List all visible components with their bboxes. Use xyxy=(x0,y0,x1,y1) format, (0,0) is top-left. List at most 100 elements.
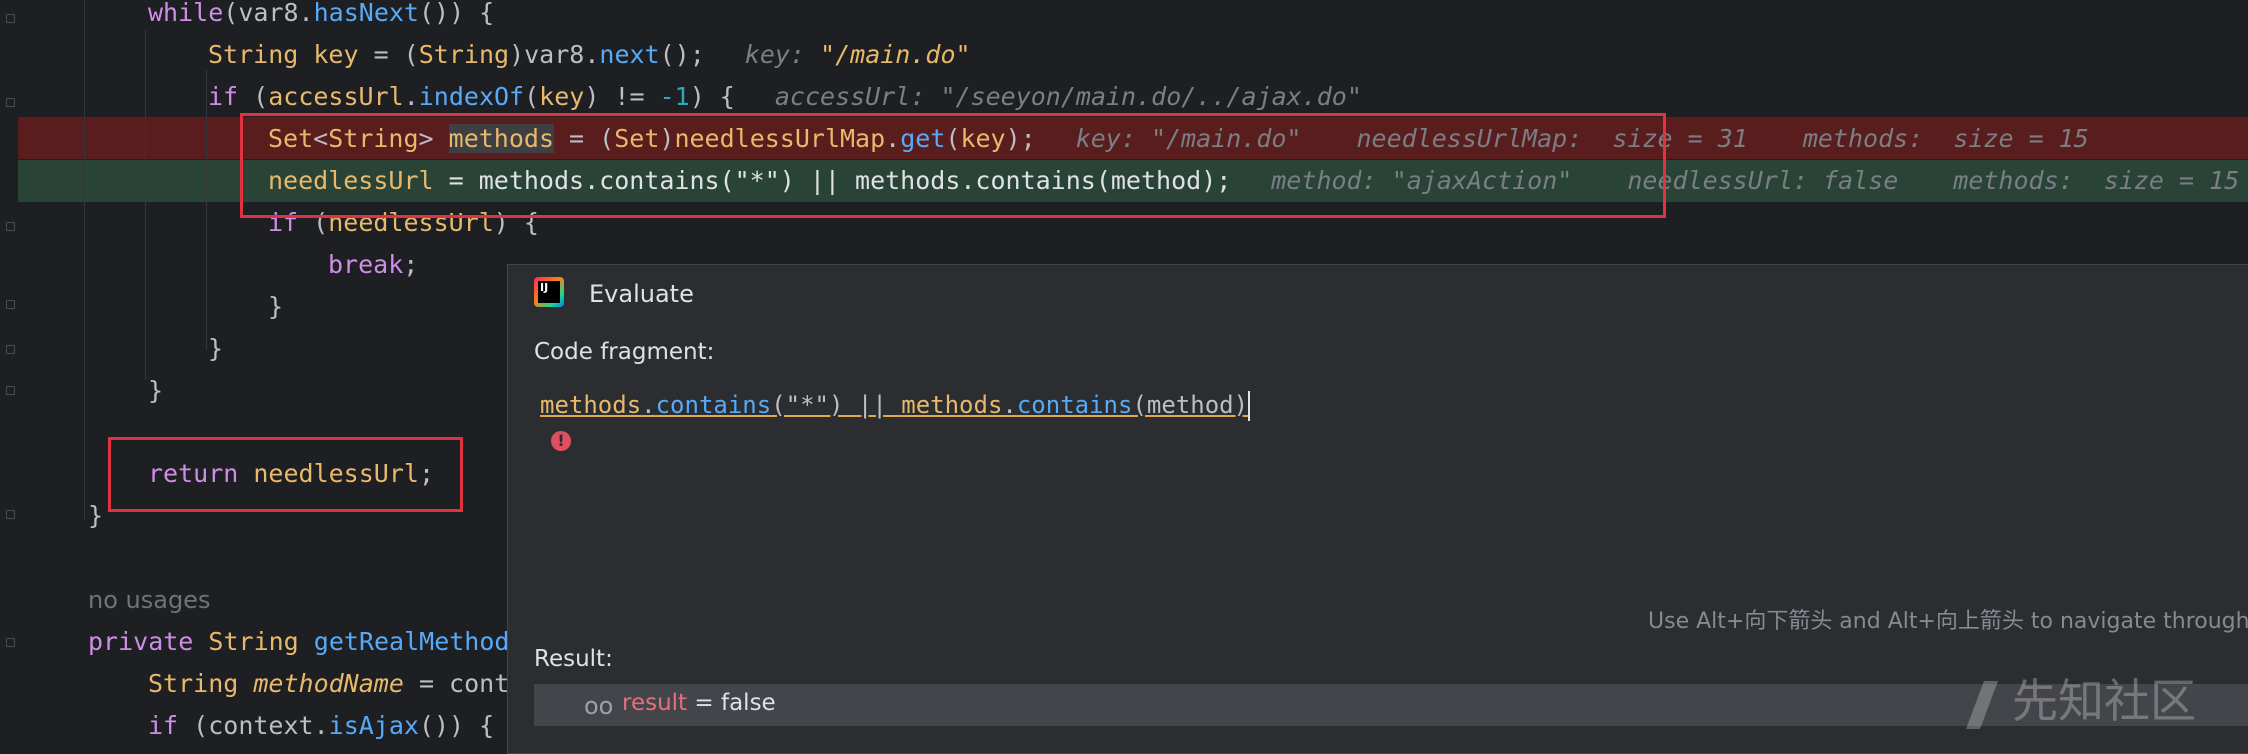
fold-marker[interactable] xyxy=(6,300,15,309)
inline-debug-hint: key: xyxy=(744,40,821,69)
punct: } xyxy=(88,501,104,530)
code-token: . xyxy=(1002,391,1017,419)
inline-debug-hint: methods: size = 15 xyxy=(1953,166,2240,195)
inline-debug-value: "/main.do" xyxy=(820,40,971,69)
annotation-box-methods xyxy=(240,113,1666,218)
punct: ) { xyxy=(689,82,735,111)
code-token: || xyxy=(843,391,902,419)
inline-debug-value: "/seeyon/main.do/../ajax.do" xyxy=(940,82,1362,111)
variable: key xyxy=(313,40,359,69)
code-line-while[interactable]: while(var8.hasNext()) { xyxy=(148,0,494,34)
punct: ()) { xyxy=(418,711,495,740)
punct: ( xyxy=(238,82,269,111)
fold-marker[interactable] xyxy=(6,345,15,354)
intellij-icon-label: IJ xyxy=(538,281,560,303)
watch-glasses-icon: oo xyxy=(584,692,614,720)
code-line-key[interactable]: String key = (String)var8.next(); key: "/… xyxy=(208,34,971,76)
code-fragment-label: Code fragment: xyxy=(534,339,715,365)
indent-guide xyxy=(206,70,207,350)
navigation-hint: Use Alt+向下箭头 and Alt+向上箭头 to navigate th… xyxy=(1648,609,2248,634)
punct: ) xyxy=(509,40,525,69)
punct: = cont xyxy=(403,669,510,698)
punct: ( xyxy=(178,711,209,740)
variable: methodName xyxy=(253,669,404,698)
code-token: . xyxy=(641,391,656,419)
usages-hint[interactable]: no usages xyxy=(88,579,210,621)
indent-guide xyxy=(84,0,85,520)
variable: key xyxy=(539,82,585,111)
method-call: hasNext xyxy=(313,0,419,27)
fold-marker[interactable] xyxy=(6,638,15,647)
annotation-box-return xyxy=(108,437,463,512)
method-call: isAjax xyxy=(328,711,419,740)
code-token: methods xyxy=(901,391,1003,419)
type-name: String xyxy=(418,40,510,69)
identifier: context xyxy=(208,711,314,740)
punct: ()) { xyxy=(418,0,495,27)
punct: . xyxy=(313,711,329,740)
punct: . xyxy=(584,40,600,69)
identifier: var8 xyxy=(524,40,585,69)
intellij-icon: IJ xyxy=(534,277,564,307)
punct: } xyxy=(268,292,284,321)
equals-sign: = xyxy=(687,690,721,716)
fold-marker[interactable] xyxy=(6,14,15,23)
fold-marker[interactable] xyxy=(6,510,15,519)
code-token: (method) xyxy=(1132,391,1249,419)
punct: } xyxy=(208,334,224,363)
type-name: String xyxy=(208,40,299,69)
warning-bulb-icon[interactable]: ! xyxy=(551,431,571,451)
code-line-close-brace[interactable]: } xyxy=(148,370,163,412)
code-line-methodname[interactable]: String methodName = cont xyxy=(148,663,509,705)
code-fragment-input[interactable]: methods.contains("*") || methods.contain… xyxy=(540,385,1251,425)
punct: } xyxy=(148,376,164,405)
punct: ) != xyxy=(584,82,660,111)
code-line-method-decl[interactable]: private String getRealMethod xyxy=(88,621,509,663)
watermark-logo-icon xyxy=(1966,680,1998,729)
punct: (); xyxy=(659,40,705,69)
method-call: next xyxy=(599,40,660,69)
result-value-text: false xyxy=(720,690,776,716)
code-token: contains xyxy=(655,391,772,419)
keyword: if xyxy=(148,711,179,740)
watermark-text: 先知社区 xyxy=(2012,674,2196,728)
punct: ; xyxy=(403,250,419,279)
result-label: Result: xyxy=(534,646,613,672)
keyword: if xyxy=(208,82,239,111)
code-line-close-brace[interactable]: } xyxy=(208,328,223,370)
keyword: private xyxy=(88,627,194,656)
type-name: String xyxy=(148,669,239,698)
code-line-close-brace[interactable]: } xyxy=(268,286,283,328)
code-line-break[interactable]: break; xyxy=(328,244,418,286)
punct: ( xyxy=(524,82,540,111)
editor-gutter[interactable] xyxy=(0,0,18,735)
identifier: var8 xyxy=(238,0,299,27)
type-name: String xyxy=(208,627,299,656)
fold-marker[interactable] xyxy=(6,98,15,107)
code-line-if-access[interactable]: if (accessUrl.indexOf(key) != -1) {acces… xyxy=(208,76,1362,118)
result-name: result xyxy=(622,690,688,716)
number-literal: -1 xyxy=(659,82,690,111)
result-value: result = false xyxy=(622,690,776,716)
code-token: methods xyxy=(540,391,642,419)
code-token: contains xyxy=(1016,391,1133,419)
keyword: break xyxy=(328,250,404,279)
variable: accessUrl xyxy=(268,82,404,111)
punct: . xyxy=(298,0,314,27)
method-call: indexOf xyxy=(418,82,525,111)
fold-marker[interactable] xyxy=(6,386,15,395)
punct: . xyxy=(403,82,419,111)
method-name: getRealMethod xyxy=(313,627,510,656)
code-line-if-ajax[interactable]: if (context.isAjax()) { xyxy=(148,705,494,747)
dialog-title[interactable]: Evaluate xyxy=(589,277,694,311)
inline-debug-hint: needlessUrl: false xyxy=(1627,166,1899,195)
punct: ( xyxy=(223,0,239,27)
code-line-close-brace[interactable]: } xyxy=(88,495,103,537)
indent-guide xyxy=(145,30,146,380)
fold-marker[interactable] xyxy=(6,222,15,231)
keyword: while xyxy=(148,0,224,27)
